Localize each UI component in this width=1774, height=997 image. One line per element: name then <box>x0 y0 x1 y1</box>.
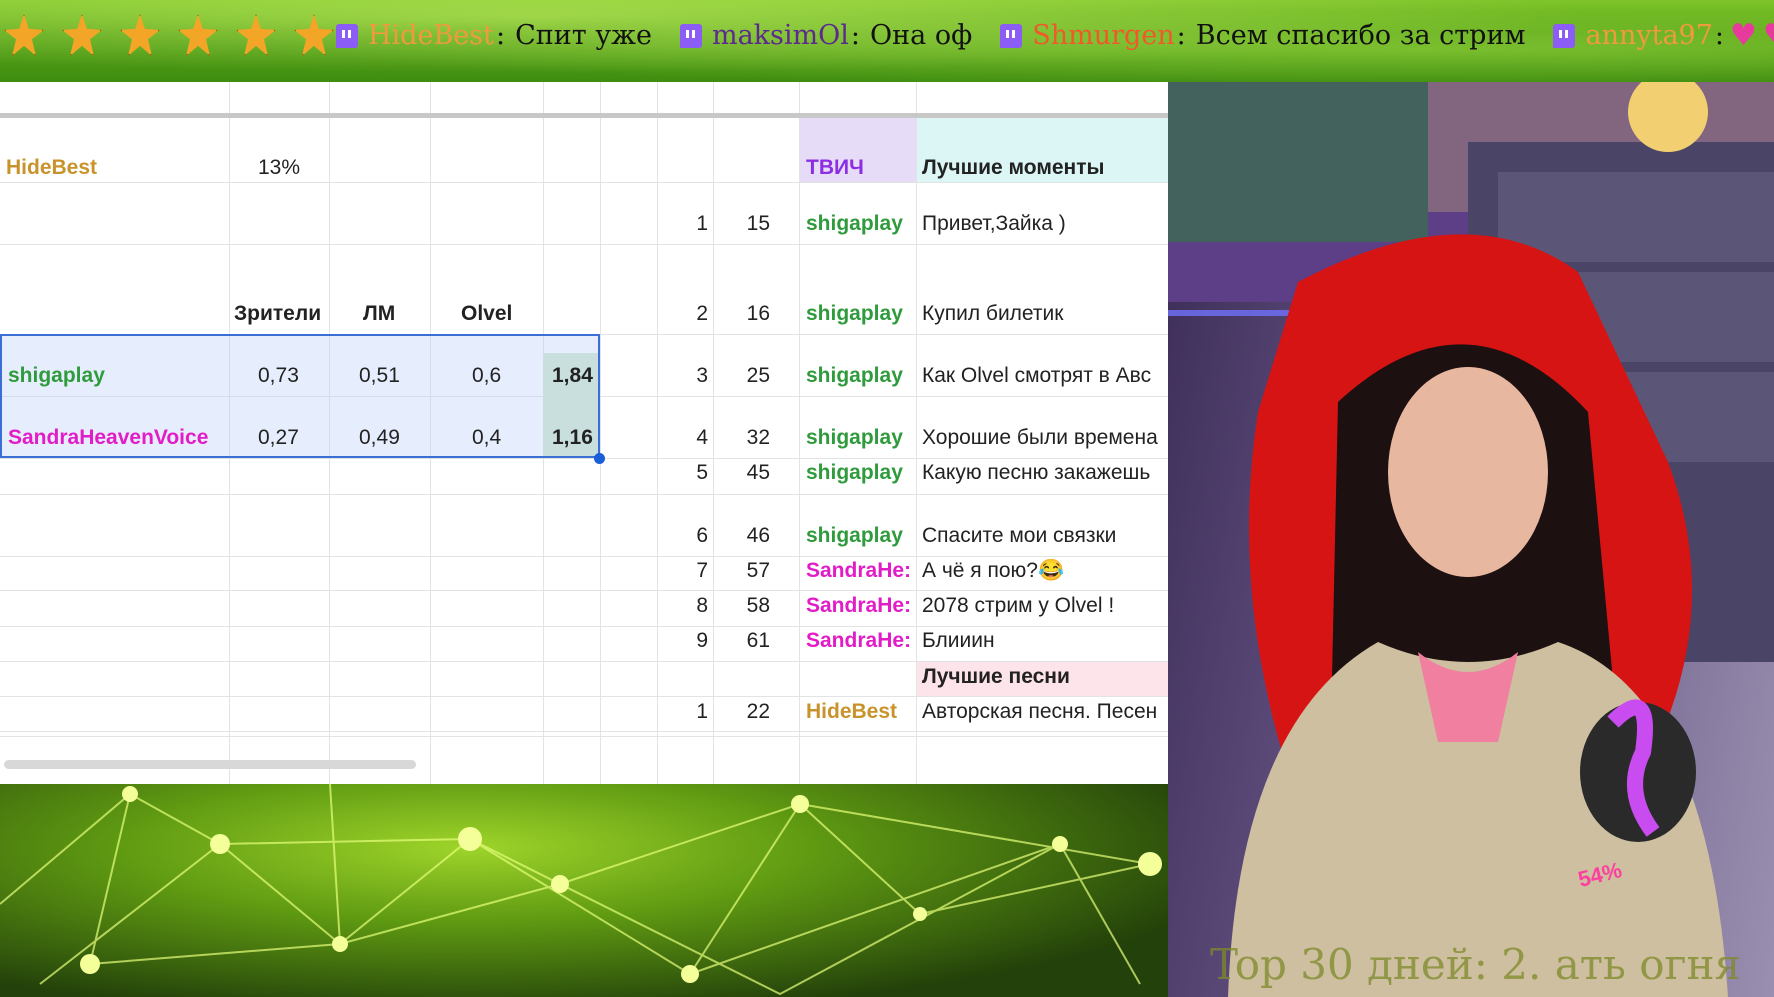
moment-text[interactable]: Привет,Зайка ) <box>922 212 1168 236</box>
star-badges <box>4 14 334 56</box>
moment-text[interactable]: Спасите мои связки <box>922 524 1168 548</box>
cell-value[interactable]: 0,27 <box>258 426 299 450</box>
moment-time[interactable]: 16 <box>736 302 770 326</box>
moment-time[interactable]: 45 <box>736 461 770 485</box>
twitch-icon <box>336 23 358 48</box>
heart-icon: ♥ <box>1730 18 1757 53</box>
chat-message: annyta97 : ♥ ♥ <box>1553 18 1774 53</box>
moment-time[interactable]: 25 <box>736 364 770 388</box>
chat-separator: : <box>1176 20 1186 51</box>
chat-messages: HideBest : Спит уже maksimOl : Она оф Sh… <box>336 18 1774 53</box>
cell-total[interactable]: 1,16 <box>552 426 593 450</box>
star-badge-icon <box>178 14 218 56</box>
song-text[interactable]: Авторская песня. Песен <box>922 700 1168 724</box>
chat-message: maksimOl : Она оф <box>679 20 973 51</box>
chat-message: Shmurgen : Всем спасибо за стрим <box>1000 20 1525 51</box>
chat-text: Она оф <box>870 20 973 51</box>
chat-separator: : <box>495 20 506 51</box>
song-time[interactable]: 22 <box>736 700 770 724</box>
col-header-lm[interactable]: ЛМ <box>363 302 395 326</box>
moment-text[interactable]: А чё я пою?😂 <box>922 559 1168 583</box>
chat-username: Shmurgen <box>1032 20 1175 51</box>
moment-user[interactable]: shigaplay <box>806 212 915 236</box>
star-badge-icon <box>62 14 102 56</box>
header-user[interactable]: HideBest <box>6 156 97 180</box>
moment-time[interactable]: 32 <box>736 426 770 450</box>
col-header-twitch[interactable]: ТВИЧ <box>806 156 864 180</box>
row-name[interactable]: SandraHeavenVoice <box>8 426 208 450</box>
song-index[interactable]: 1 <box>680 700 708 724</box>
chat-separator: : <box>850 20 861 51</box>
star-badge-icon <box>120 14 160 56</box>
chat-username: HideBest <box>368 20 494 51</box>
best-songs-header[interactable]: Лучшие песни <box>922 665 1070 689</box>
moment-text[interactable]: Блииин <box>922 629 1168 653</box>
moment-text[interactable]: Как Olvel смотрят в Авс <box>922 364 1168 388</box>
cell-value[interactable]: 0,73 <box>258 364 299 388</box>
moment-index[interactable]: 1 <box>680 212 708 236</box>
moment-index[interactable]: 3 <box>680 364 708 388</box>
moment-text[interactable]: Хорошие были времена <box>922 426 1168 450</box>
cell-value[interactable]: 0,49 <box>359 426 400 450</box>
chat-ticker: HideBest : Спит уже maksimOl : Она оф Sh… <box>0 0 1774 82</box>
star-badge-icon <box>236 14 276 56</box>
col-header-viewers[interactable]: Зрители <box>234 302 321 326</box>
header-percent[interactable]: 13% <box>258 156 300 180</box>
moment-time[interactable]: 46 <box>736 524 770 548</box>
cell-value[interactable]: 0,4 <box>472 426 501 450</box>
moment-index[interactable]: 8 <box>680 594 708 618</box>
song-user[interactable]: HideBest <box>806 700 915 724</box>
moment-user[interactable]: SandraHe: <box>806 594 915 618</box>
cell-value[interactable]: 0,6 <box>472 364 501 388</box>
bottom-ticker: Top 30 дней: 2. ать огня <box>1210 940 1741 989</box>
col-header-olvel[interactable]: Olvel <box>461 302 512 326</box>
moment-index[interactable]: 4 <box>680 426 708 450</box>
chat-username: maksimOl <box>711 20 849 51</box>
fill-handle[interactable] <box>594 453 605 464</box>
moment-time[interactable]: 57 <box>736 559 770 583</box>
moment-index[interactable]: 6 <box>680 524 708 548</box>
star-badge-icon <box>4 14 44 56</box>
moment-user[interactable]: shigaplay <box>806 302 915 326</box>
moment-user[interactable]: SandraHe: <box>806 559 915 583</box>
network-background <box>0 784 1168 997</box>
moment-user[interactable]: shigaplay <box>806 364 915 388</box>
moment-time[interactable]: 61 <box>736 629 770 653</box>
moment-text[interactable]: Купил билетик <box>922 302 1168 326</box>
row-name[interactable]: shigaplay <box>8 364 105 388</box>
twitch-icon <box>1000 23 1023 48</box>
moment-user[interactable]: shigaplay <box>806 461 915 485</box>
spreadsheet[interactable]: HideBest 13% Зрители ЛМ Olvel shigaplay … <box>0 82 1168 784</box>
moment-time[interactable]: 58 <box>736 594 770 618</box>
moment-index[interactable]: 5 <box>680 461 708 485</box>
twitch-icon <box>1553 23 1576 48</box>
webcam-feed <box>1168 82 1774 997</box>
cell-total[interactable]: 1,84 <box>552 364 593 388</box>
chat-username: annyta97 <box>1585 20 1713 51</box>
moment-index[interactable]: 9 <box>680 629 708 653</box>
moment-index[interactable]: 2 <box>680 302 708 326</box>
moment-time[interactable]: 15 <box>736 212 770 236</box>
heart-icon: ♥ <box>1763 18 1774 53</box>
cell-value[interactable]: 0,51 <box>359 364 400 388</box>
twitch-icon <box>679 23 702 48</box>
moment-text[interactable]: 2078 стрим у Olvel ! <box>922 594 1168 618</box>
moment-user[interactable]: SandraHe: <box>806 629 915 653</box>
chat-text: Всем спасибо за стрим <box>1195 20 1526 51</box>
moment-text[interactable]: Какую песню закажешь <box>922 461 1168 485</box>
chat-text: Спит уже <box>515 20 652 51</box>
col-header-best-moments[interactable]: Лучшие моменты <box>922 156 1104 180</box>
horizontal-scrollbar[interactable] <box>4 760 416 769</box>
moment-user[interactable]: shigaplay <box>806 524 915 548</box>
star-badge-icon <box>294 14 334 56</box>
moment-index[interactable]: 7 <box>680 559 708 583</box>
chat-message: HideBest : Спит уже <box>336 20 652 51</box>
moment-user[interactable]: shigaplay <box>806 426 915 450</box>
chat-separator: : <box>1714 20 1725 51</box>
